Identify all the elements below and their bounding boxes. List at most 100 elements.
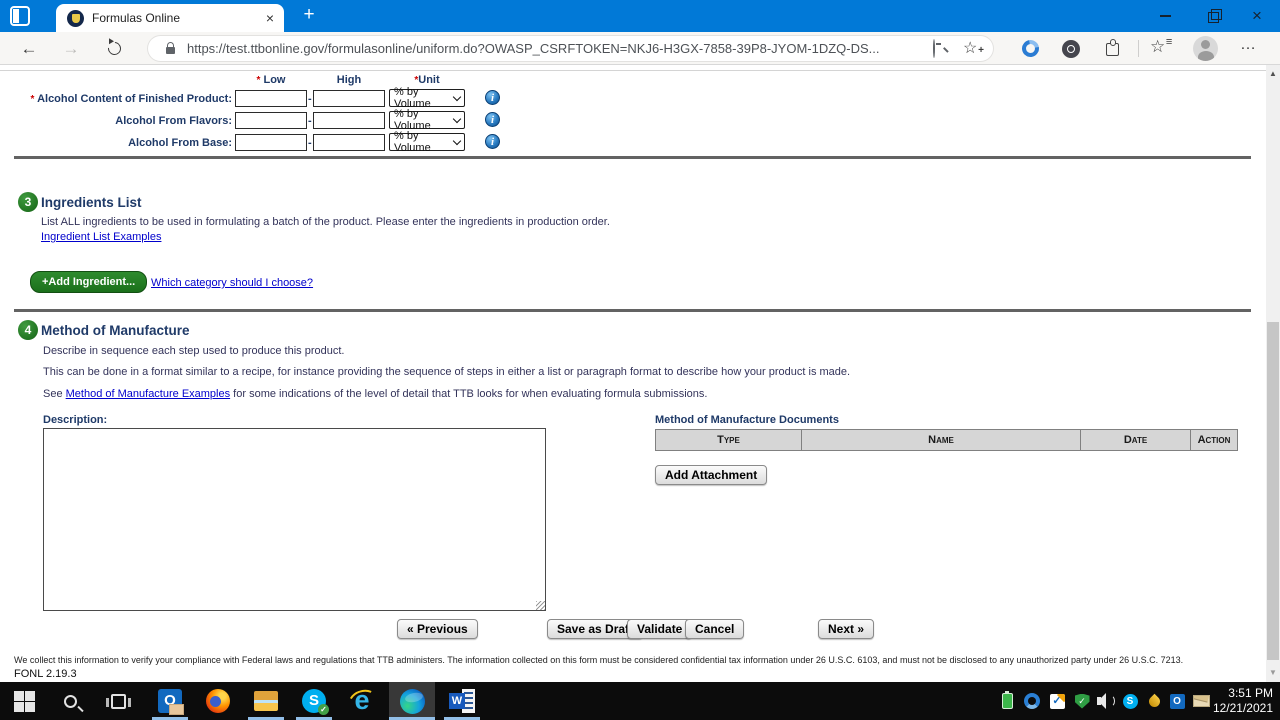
unit-select-finished[interactable]: % by Volume (389, 89, 465, 107)
settings-menu-icon[interactable]: … (1240, 36, 1257, 54)
method-paragraph-1: Describe in sequence each step used to p… (43, 345, 344, 357)
tray-battery[interactable] (995, 682, 1019, 720)
taskbar-edge-active[interactable] (389, 682, 435, 720)
tray-skype[interactable]: S (1118, 682, 1142, 720)
info-icon-flavors[interactable]: i (485, 112, 500, 127)
taskbar-firefox[interactable] (194, 682, 242, 720)
tray-flame[interactable] (1142, 682, 1166, 720)
description-textarea[interactable] (43, 428, 546, 611)
input-finished-low[interactable] (235, 90, 307, 107)
textarea-resize-grip[interactable] (536, 601, 545, 610)
tray-outlook[interactable]: O (1165, 682, 1189, 720)
input-base-low[interactable] (235, 134, 307, 151)
column-header-low: * Low (235, 74, 307, 86)
extension-detective-icon[interactable] (1062, 40, 1080, 58)
start-button[interactable] (2, 682, 46, 720)
extension-swirl-icon[interactable] (1019, 37, 1043, 61)
sync-swirl-icon (1024, 693, 1040, 709)
tray-sync[interactable] (1020, 682, 1044, 720)
back-button[interactable]: ← (14, 32, 44, 65)
clock-date: 12/21/2021 (1198, 701, 1273, 716)
chevron-down-icon (453, 136, 461, 144)
method-examples-link[interactable]: Method of Manufacture Examples (66, 388, 230, 400)
next-button[interactable]: Next » (818, 619, 874, 639)
ingredients-intro: List ALL ingredients to be used in formu… (41, 216, 610, 228)
add-attachment-button[interactable]: Add Attachment (655, 465, 767, 485)
add-ingredient-button[interactable]: +Add Ingredient... (30, 271, 147, 293)
skype-tray-icon: S (1123, 694, 1138, 709)
extensions-puzzle-icon[interactable] (1106, 43, 1119, 56)
input-flavors-high[interactable] (313, 112, 385, 129)
scroll-up-icon[interactable]: ▲ (1266, 67, 1280, 81)
method-paragraph-2: This can be done in a format similar to … (43, 366, 850, 378)
method-paragraph-3: See Method of Manufacture Examples for s… (43, 388, 707, 400)
add-favorite-icon[interactable]: ☆ (963, 40, 981, 58)
section-4-badge: 4 (18, 320, 38, 340)
window-restore-button[interactable] (1188, 0, 1234, 32)
section-3-badge: 3 (18, 192, 38, 212)
flame-icon (1146, 693, 1162, 709)
taskbar-file-explorer[interactable] (242, 682, 290, 720)
window-minimize-button[interactable] (1142, 0, 1188, 32)
description-label: Description: (43, 414, 107, 426)
documents-table: Type Name Date Action (655, 429, 1238, 451)
taskbar-internet-explorer[interactable]: e (338, 682, 386, 720)
cancel-button[interactable]: Cancel (685, 619, 744, 639)
which-category-link[interactable]: Which category should I choose? (151, 277, 313, 289)
input-base-high[interactable] (313, 134, 385, 151)
new-tab-button[interactable]: + (296, 2, 322, 28)
edge-icon (400, 689, 425, 714)
profile-avatar[interactable] (1193, 36, 1218, 61)
doc-col-date: Date (1081, 430, 1191, 451)
skype-icon: S✓ (302, 689, 326, 713)
favorites-hub-icon[interactable]: ☆ (1150, 37, 1165, 57)
taskbar-clock[interactable]: 3:51 PM 12/21/2021 (1198, 686, 1273, 716)
taskbar-search-button[interactable] (50, 682, 90, 720)
section-divider (14, 156, 1251, 159)
tray-volume[interactable] (1093, 682, 1119, 720)
task-view-button[interactable] (98, 682, 138, 720)
taskbar-skype[interactable]: S✓ (290, 682, 338, 720)
vertical-scrollbar[interactable]: ▲ ▼ (1266, 65, 1280, 682)
check-icon: ✓ (1050, 694, 1065, 709)
shield-check-icon: ✓ (1075, 694, 1090, 709)
tray-defender[interactable]: ✓ (1070, 682, 1094, 720)
input-finished-high[interactable] (313, 90, 385, 107)
taskbar-word[interactable]: W (438, 682, 486, 720)
column-header-unit: *Unit (389, 74, 465, 86)
taskbar-outlook[interactable]: O (146, 682, 194, 720)
section-divider (14, 309, 1251, 312)
task-view-icon (111, 694, 126, 709)
refresh-button[interactable] (105, 39, 123, 57)
url-bar[interactable]: https://test.ttbonline.gov/formulasonlin… (148, 36, 993, 61)
scrollbar-thumb[interactable] (1267, 322, 1279, 660)
validate-button[interactable]: Validate (627, 619, 692, 639)
battery-icon (1002, 693, 1013, 709)
outlook-icon: O (158, 689, 182, 713)
zoom-out-icon[interactable] (933, 39, 935, 58)
documents-title: Method of Manufacture Documents (655, 414, 839, 426)
url-text[interactable]: https://test.ttbonline.gov/formulasonlin… (187, 41, 933, 56)
forward-button[interactable]: → (56, 32, 86, 65)
speaker-icon (1097, 693, 1115, 709)
unit-select-flavors[interactable]: % by Volume (389, 111, 465, 129)
section-3-title: Ingredients List (41, 195, 142, 210)
info-icon-finished[interactable]: i (485, 90, 500, 105)
ingredient-list-examples-link[interactable]: Ingredient List Examples (41, 231, 161, 243)
lock-icon[interactable] (166, 47, 175, 54)
column-header-high: High (313, 74, 385, 86)
tab-actions-menu-icon[interactable] (10, 6, 30, 26)
scroll-down-icon[interactable]: ▼ (1266, 666, 1280, 680)
label-alcohol-flavors: Alcohol From Flavors: (0, 115, 232, 127)
input-flavors-low[interactable] (235, 112, 307, 129)
file-explorer-icon (254, 691, 278, 711)
doc-col-type: Type (656, 430, 802, 451)
previous-button[interactable]: « Previous (397, 619, 478, 639)
tray-todo[interactable]: ✓ (1045, 682, 1069, 720)
unit-select-base[interactable]: % by Volume (389, 133, 465, 151)
info-icon-base[interactable]: i (485, 134, 500, 149)
browser-tab[interactable]: Formulas Online × (56, 4, 284, 32)
version-label: FONL 2.19.3 (14, 668, 77, 680)
window-close-button[interactable]: × (1234, 0, 1280, 32)
tab-close-icon[interactable]: × (266, 10, 274, 26)
